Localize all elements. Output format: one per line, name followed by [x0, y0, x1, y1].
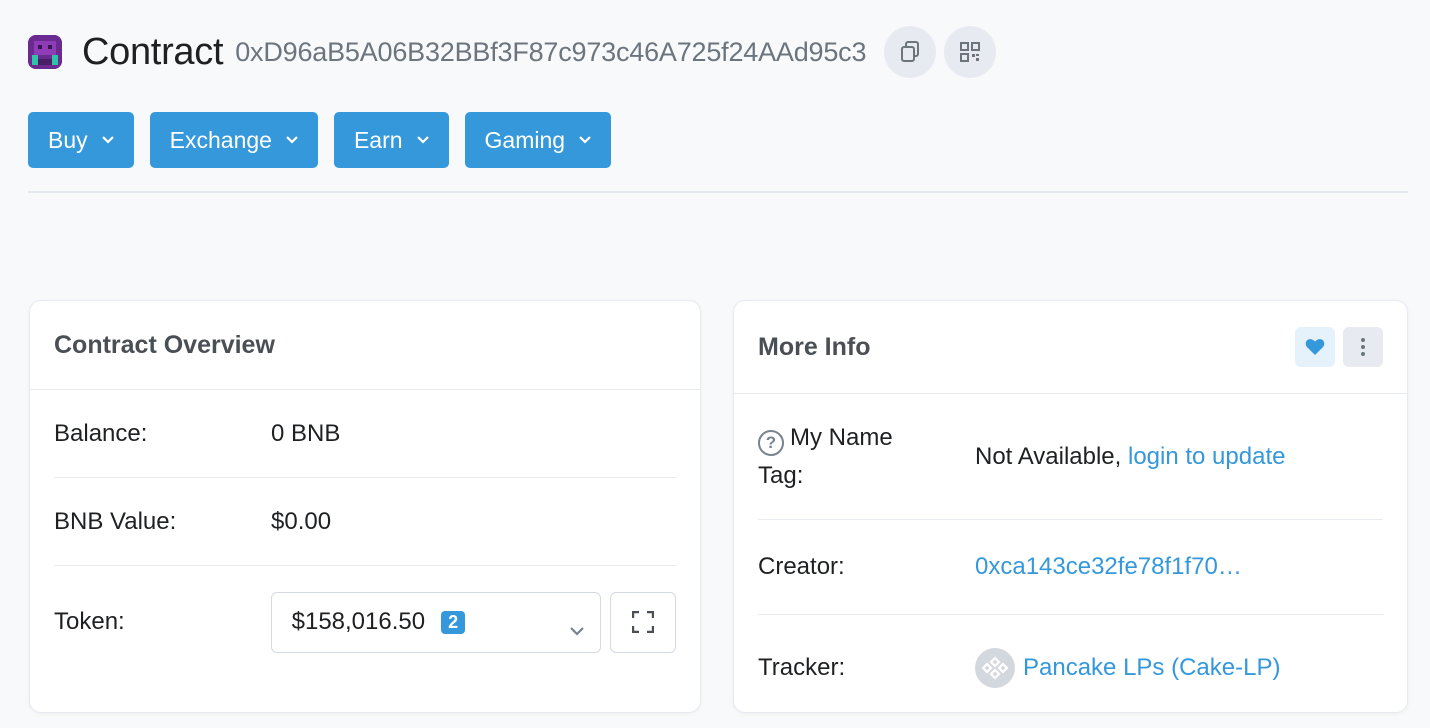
card-actions	[1295, 327, 1383, 367]
name-tag-label-line2: Tag:	[758, 461, 804, 489]
name-tag-status: Not Available,	[975, 442, 1122, 470]
card-title: More Info	[758, 332, 871, 361]
chevron-down-icon	[579, 136, 591, 144]
creator-row: Creator: 0xca143ce32fe78f1f70…	[758, 520, 1383, 615]
card-header: Contract Overview	[30, 301, 700, 390]
expand-token-button[interactable]	[610, 591, 676, 653]
creator-address-link[interactable]: 0xca143ce32fe78f1f70…	[975, 553, 1242, 581]
earn-button-label: Earn	[353, 126, 403, 153]
chevron-down-icon	[286, 136, 298, 144]
exchange-button[interactable]: Exchange	[149, 112, 318, 168]
token-holdings-dropdown[interactable]: $158,016.50 2	[270, 591, 602, 653]
chevron-down-icon	[101, 136, 114, 144]
balance-value: 0 BNB	[271, 419, 341, 447]
buy-button-label: Buy	[48, 126, 88, 153]
tracker-link[interactable]: Pancake LPs (Cake-LP)	[1023, 654, 1280, 682]
token-count-badge: 2	[441, 610, 466, 634]
contract-overview-card: Contract Overview Balance: 0 BNB BNB Val…	[29, 300, 701, 713]
token-row: Token: $158,016.50 2	[54, 566, 676, 678]
copy-address-button[interactable]	[884, 26, 937, 78]
bnb-value-label: BNB Value:	[54, 507, 177, 535]
name-tag-row: ? My Name Tag: Not Available, login to up…	[758, 394, 1383, 520]
header-divider	[28, 191, 1408, 193]
page-header: Contract 0xD96aB5A06B32BBf3F87c973c46A72…	[28, 24, 1004, 80]
token-label: Token:	[54, 608, 125, 635]
buy-button[interactable]: Buy	[28, 112, 134, 168]
card-title: Contract Overview	[54, 330, 275, 359]
action-nav: Buy Exchange Earn Gaming	[28, 112, 612, 168]
more-info-card: More Info ?My Name Tag: Not Available,	[733, 300, 1408, 713]
copy-icon	[901, 41, 920, 62]
balance-row: Balance: 0 BNB	[54, 390, 676, 478]
qr-code-icon	[960, 42, 981, 62]
gaming-button[interactable]: Gaming	[464, 112, 612, 168]
question-circle-icon[interactable]: ?	[758, 429, 784, 456]
earn-button[interactable]: Earn	[333, 112, 449, 168]
expand-icon	[632, 611, 655, 633]
chevron-down-icon	[570, 615, 584, 643]
bnb-value-row: BNB Value: $0.00	[54, 478, 676, 566]
gaming-button-label: Gaming	[484, 126, 566, 153]
tracker-row: Tracker: Pancake LPs (Cake-LP)	[758, 615, 1383, 720]
creator-label: Creator:	[758, 553, 845, 580]
card-header: More Info	[734, 301, 1407, 394]
token-value: $158,016.50	[291, 608, 426, 635]
more-vertical-icon	[1361, 338, 1365, 356]
chevron-down-icon	[416, 136, 429, 144]
contract-address[interactable]: 0xD96aB5A06B32BBf3F87c973c46A725f24AAd95…	[235, 37, 866, 68]
page-title: Contract	[82, 30, 224, 73]
heart-icon	[1305, 339, 1325, 355]
bnb-token-icon	[975, 647, 1015, 688]
login-to-update-link[interactable]: login to update	[1128, 443, 1285, 470]
contract-avatar	[28, 35, 62, 69]
name-tag-value: Not Available, login to update	[975, 443, 1285, 471]
more-options-button[interactable]	[1343, 327, 1383, 367]
tracker-label: Tracker:	[758, 653, 846, 681]
bnb-value-value: $0.00	[271, 507, 332, 535]
qr-code-button[interactable]	[944, 26, 997, 78]
exchange-button-label: Exchange	[169, 126, 272, 153]
favorite-button[interactable]	[1295, 327, 1335, 367]
name-tag-label-line1: My Name	[790, 423, 893, 451]
balance-label: Balance:	[54, 419, 148, 447]
name-tag-label: ? My Name Tag:	[758, 419, 975, 495]
